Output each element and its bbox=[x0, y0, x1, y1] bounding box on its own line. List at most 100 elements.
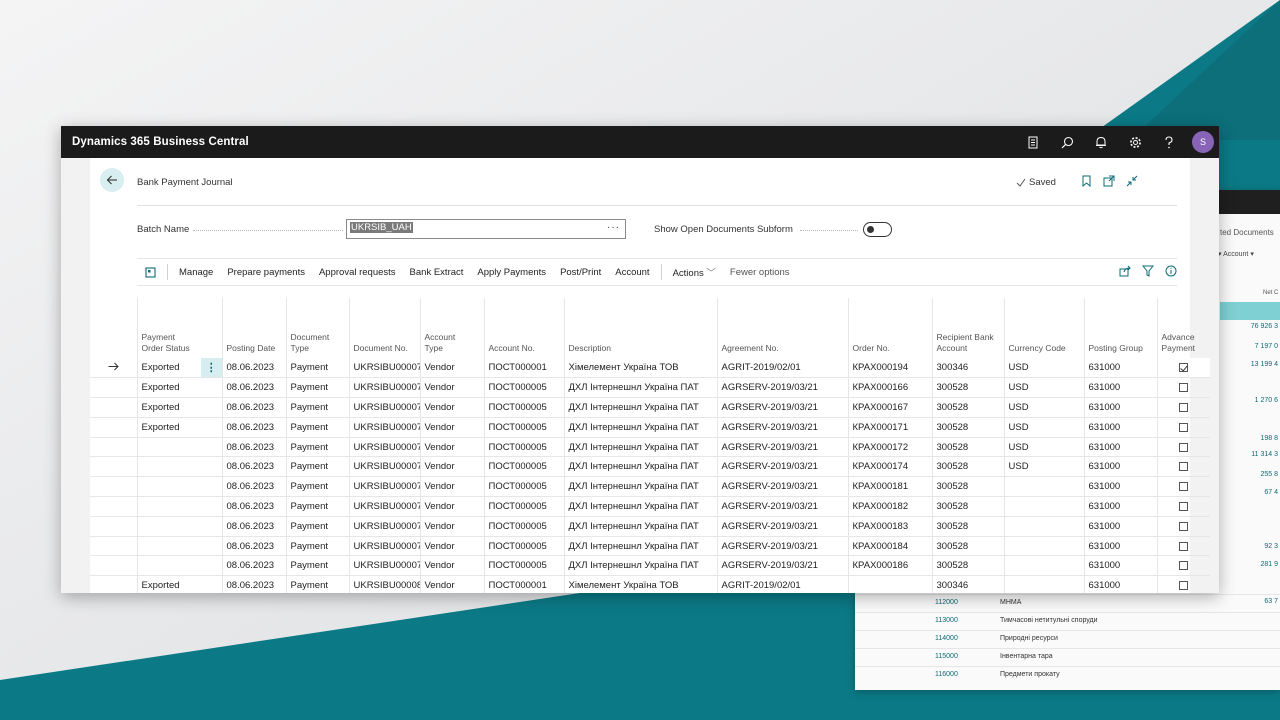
cell-posting-date[interactable]: 08.06.2023 bbox=[221, 417, 286, 438]
cell-order-no[interactable]: КРАХ000182 bbox=[847, 496, 932, 517]
cell-status[interactable] bbox=[136, 437, 201, 458]
cell-recipient-bank-account[interactable]: 300528 bbox=[931, 516, 1004, 537]
cell-document-type[interactable]: Payment bbox=[285, 516, 349, 537]
cell-posting-date[interactable]: 08.06.2023 bbox=[221, 397, 286, 418]
cell-description[interactable]: ДХЛ Інтернешнл Україна ПАТ bbox=[563, 496, 717, 517]
action-approval-requests[interactable]: Approval requests bbox=[312, 267, 403, 278]
cell-document-type[interactable]: Payment bbox=[285, 377, 349, 399]
batch-name-input[interactable]: UKRSIB_UAH ··· bbox=[346, 219, 626, 239]
row-selector[interactable] bbox=[90, 397, 137, 418]
collapse-icon[interactable] bbox=[1126, 174, 1138, 188]
cell-agreement-no[interactable]: AGRSERV-2019/03/21 bbox=[716, 555, 848, 577]
cell-status[interactable] bbox=[136, 555, 201, 577]
cell-posting-group[interactable]: 631000 bbox=[1083, 358, 1157, 379]
cell-account-type[interactable]: Vendor bbox=[419, 496, 484, 517]
cell-recipient-bank-account[interactable]: 300528 bbox=[931, 377, 1004, 399]
cell-order-no[interactable]: КРАХ000172 bbox=[847, 437, 932, 458]
open-new-window-icon[interactable] bbox=[1103, 174, 1115, 188]
cell-document-type[interactable]: Payment bbox=[285, 437, 349, 458]
cell-document-type[interactable]: Payment bbox=[285, 496, 349, 517]
row-selector[interactable] bbox=[90, 417, 137, 438]
header-posting-group[interactable]: Posting Group bbox=[1083, 298, 1157, 358]
cell-order-no[interactable]: КРАХ000174 bbox=[847, 456, 932, 478]
cell-posting-date[interactable]: 08.06.2023 bbox=[221, 456, 286, 478]
cell-document-no[interactable]: UKRSIBU00007 bbox=[348, 555, 420, 577]
row-selector[interactable] bbox=[90, 536, 137, 557]
cell-document-type[interactable]: Payment bbox=[285, 536, 349, 557]
cell-order-no[interactable] bbox=[847, 575, 932, 593]
cell-account-no[interactable]: ПОСТ000005 bbox=[483, 536, 564, 557]
cell-currency-code[interactable]: USD bbox=[1003, 377, 1084, 399]
help-icon[interactable] bbox=[1152, 130, 1186, 154]
cell-posting-group[interactable]: 631000 bbox=[1083, 437, 1157, 458]
cell-document-type[interactable]: Payment bbox=[285, 358, 349, 379]
cell-document-type[interactable]: Payment bbox=[285, 476, 349, 498]
cell-posting-date[interactable]: 08.06.2023 bbox=[221, 575, 286, 593]
cell-description[interactable]: ДХЛ Інтернешнл Україна ПАТ bbox=[563, 417, 717, 438]
cell-posting-group[interactable]: 631000 bbox=[1083, 417, 1157, 438]
cell-description[interactable]: ДХЛ Інтернешнл Україна ПАТ bbox=[563, 555, 717, 577]
row-selector[interactable] bbox=[90, 555, 137, 577]
cell-agreement-no[interactable]: AGRSERV-2019/03/21 bbox=[716, 536, 848, 557]
table-row[interactable]: 08.06.2023 Payment UKRSIBU00007 Vendor ПОСТ0… bbox=[90, 437, 1210, 458]
advance-payment-checkbox[interactable] bbox=[1179, 363, 1189, 373]
share-icon[interactable] bbox=[1119, 265, 1131, 279]
cell-document-type[interactable]: Payment bbox=[285, 456, 349, 478]
cell-account-no[interactable]: ПОСТ000005 bbox=[483, 417, 564, 438]
cell-order-no[interactable]: КРАХ000171 bbox=[847, 417, 932, 438]
cell-order-no[interactable]: КРАХ000194 bbox=[847, 358, 932, 379]
cell-document-type[interactable]: Payment bbox=[285, 575, 349, 593]
row-selector[interactable] bbox=[90, 377, 137, 399]
cell-document-no[interactable]: UKRSIBU00007 bbox=[348, 456, 420, 478]
cell-posting-date[interactable]: 08.06.2023 bbox=[221, 358, 286, 379]
cell-agreement-no[interactable]: AGRIT-2019/02/01 bbox=[716, 358, 848, 379]
header-recipient-bank-account[interactable]: Recipient Bank Account bbox=[931, 298, 1004, 358]
cell-posting-group[interactable]: 631000 bbox=[1083, 377, 1157, 399]
cell-description[interactable]: Хімелемент Україна ТОВ bbox=[563, 575, 717, 593]
cell-recipient-bank-account[interactable]: 300528 bbox=[931, 397, 1004, 418]
cell-currency-code[interactable]: USD bbox=[1003, 437, 1084, 458]
cell-posting-date[interactable]: 08.06.2023 bbox=[221, 555, 286, 577]
cell-document-type[interactable]: Payment bbox=[285, 555, 349, 577]
cell-document-no[interactable]: UKRSIBU00007 bbox=[348, 358, 420, 379]
cell-posting-date[interactable]: 08.06.2023 bbox=[221, 496, 286, 517]
table-row[interactable]: Exported 08.06.2023 Payment UKRSIBU00007 Ven… bbox=[90, 417, 1210, 438]
cell-order-no[interactable]: КРАХ000167 bbox=[847, 397, 932, 418]
table-row[interactable]: 08.06.2023 Payment UKRSIBU00007 Vendor ПОСТ0… bbox=[90, 476, 1210, 498]
header-account-type[interactable]: Account Type bbox=[419, 298, 484, 358]
cell-agreement-no[interactable]: AGRSERV-2019/03/21 bbox=[716, 377, 848, 399]
document-icon[interactable] bbox=[1016, 130, 1050, 154]
cell-currency-code[interactable] bbox=[1003, 496, 1084, 517]
action-apply-payments[interactable]: Apply Payments bbox=[470, 267, 553, 278]
table-row[interactable]: 08.06.2023 Payment UKRSIBU00007 Vendor ПОСТ0… bbox=[90, 516, 1210, 537]
filter-icon[interactable] bbox=[1141, 265, 1155, 279]
cell-posting-group[interactable]: 631000 bbox=[1083, 516, 1157, 537]
cell-recipient-bank-account[interactable]: 300528 bbox=[931, 555, 1004, 577]
cell-account-type[interactable]: Vendor bbox=[419, 536, 484, 557]
cell-account-type[interactable]: Vendor bbox=[419, 476, 484, 498]
cell-agreement-no[interactable]: AGRSERV-2019/03/21 bbox=[716, 456, 848, 478]
cell-recipient-bank-account[interactable]: 300346 bbox=[931, 358, 1004, 379]
cell-account-type[interactable]: Vendor bbox=[419, 516, 484, 537]
cell-recipient-bank-account[interactable]: 300528 bbox=[931, 456, 1004, 478]
action-fewer-options[interactable]: Fewer options bbox=[723, 267, 797, 278]
cell-currency-code[interactable]: USD bbox=[1003, 397, 1084, 418]
cell-account-no[interactable]: ПОСТ000005 bbox=[483, 555, 564, 577]
action-account[interactable]: Account bbox=[608, 267, 656, 278]
advance-payment-checkbox[interactable] bbox=[1179, 482, 1189, 492]
cell-account-no[interactable]: ПОСТ000005 bbox=[483, 456, 564, 478]
header-order-no[interactable]: Order No. bbox=[847, 298, 932, 358]
advance-payment-checkbox[interactable] bbox=[1179, 402, 1189, 412]
cell-status[interactable]: Exported bbox=[136, 358, 201, 379]
cell-account-type[interactable]: Vendor bbox=[419, 437, 484, 458]
cell-posting-group[interactable]: 631000 bbox=[1083, 536, 1157, 557]
cell-document-no[interactable]: UKRSIBU00007 bbox=[348, 476, 420, 498]
cell-document-no[interactable]: UKRSIBU00007 bbox=[348, 536, 420, 557]
cell-order-no[interactable]: КРАХ000183 bbox=[847, 516, 932, 537]
cell-account-no[interactable]: ПОСТ000005 bbox=[483, 496, 564, 517]
cell-recipient-bank-account[interactable]: 300346 bbox=[931, 575, 1004, 593]
cell-order-no[interactable]: КРАХ000186 bbox=[847, 555, 932, 577]
cell-posting-group[interactable]: 631000 bbox=[1083, 496, 1157, 517]
cell-account-no[interactable]: ПОСТ000005 bbox=[483, 397, 564, 418]
advance-payment-checkbox[interactable] bbox=[1179, 442, 1189, 452]
